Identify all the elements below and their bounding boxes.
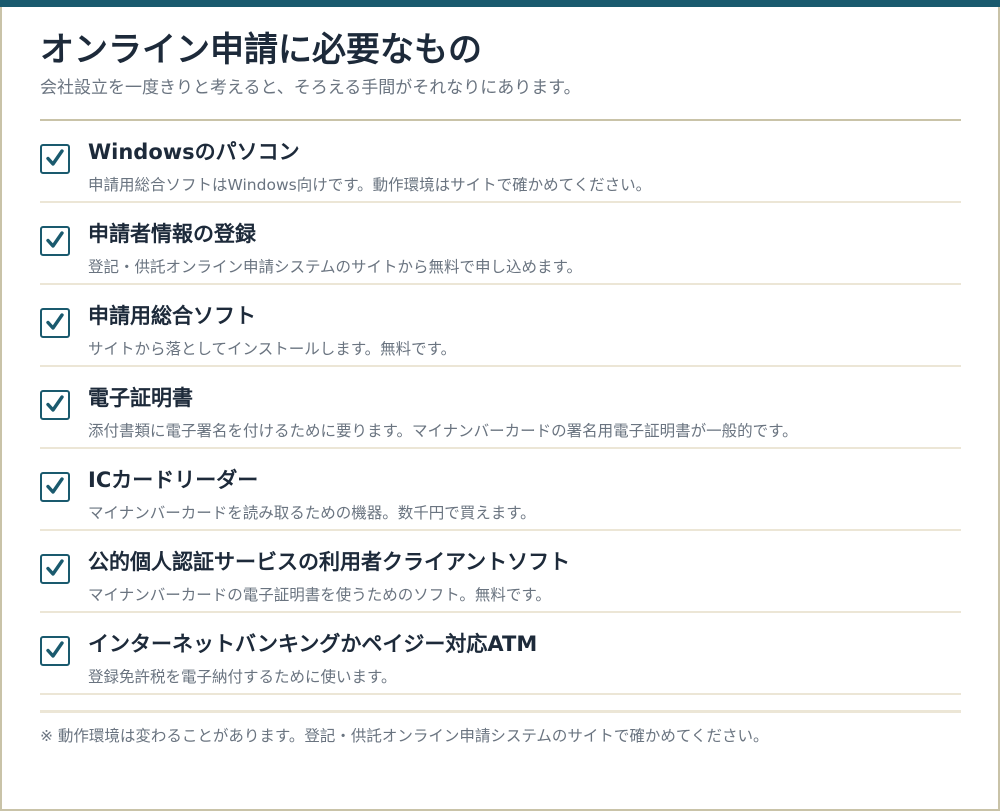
item-title: Windowsのパソコン bbox=[88, 140, 300, 164]
list-item: Windowsのパソコン 申請用総合ソフトはWindows向けです。動作環境はサ… bbox=[40, 121, 961, 203]
list-item: 申請者情報の登録 登記・供託オンライン申請システムのサイトから無料で申し込めます… bbox=[40, 203, 961, 285]
list-item: 公的個人認証サービスの利用者クライアントソフト マイナンバーカードの電子証明書を… bbox=[40, 531, 961, 613]
item-description: 添付書類に電子署名を付けるために要ります。マイナンバーカードの署名用電子証明書が… bbox=[88, 422, 798, 440]
checklist-card: オンライン申請に必要なもの 会社設立を一度きりと考えると、そろえる手間がそれなり… bbox=[40, 28, 961, 747]
item-description: 申請用総合ソフトはWindows向けです。動作環境はサイトで確かめてください。 bbox=[88, 176, 652, 194]
list-item: インターネットバンキングかペイジー対応ATM 登録免許税を電子納付するために使い… bbox=[40, 613, 961, 695]
list-item: 電子証明書 添付書類に電子署名を付けるために要ります。マイナンバーカードの署名用… bbox=[40, 367, 961, 449]
checkbox-checked[interactable] bbox=[40, 144, 70, 174]
list-item: ICカードリーダー マイナンバーカードを読み取るための機器。数千円で買えます。 bbox=[40, 449, 961, 531]
item-title: ICカードリーダー bbox=[88, 468, 259, 492]
item-title: 申請者情報の登録 bbox=[88, 222, 256, 246]
item-description: 登記・供託オンライン申請システムのサイトから無料で申し込めます。 bbox=[88, 258, 582, 276]
item-description: 登録免許税を電子納付するために使います。 bbox=[88, 668, 397, 686]
checkbox-checked[interactable] bbox=[40, 308, 70, 338]
item-title: 申請用総合ソフト bbox=[88, 304, 256, 328]
checkmark-icon bbox=[46, 641, 64, 658]
item-description: サイトから落としてインストールします。無料です。 bbox=[88, 340, 457, 358]
top-accent-bar bbox=[0, 0, 1000, 7]
footnote: ※ 動作環境は変わることがあります。登記・供託オンライン申請システムのサイトで確… bbox=[40, 727, 769, 745]
item-title: 公的個人認証サービスの利用者クライアントソフト bbox=[88, 550, 571, 574]
page-title: オンライン申請に必要なもの bbox=[40, 30, 482, 70]
page-subtitle: 会社設立を一度きりと考えると、そろえる手間がそれなりにあります。 bbox=[40, 78, 581, 98]
item-title: インターネットバンキングかペイジー対応ATM bbox=[88, 632, 538, 656]
checkmark-icon bbox=[46, 149, 64, 166]
checkbox-checked[interactable] bbox=[40, 554, 70, 584]
requirements-list: Windowsのパソコン 申請用総合ソフトはWindows向けです。動作環境はサ… bbox=[40, 121, 961, 695]
item-description: マイナンバーカードの電子証明書を使うためのソフト。無料です。 bbox=[88, 586, 551, 604]
checkmark-icon bbox=[46, 231, 64, 248]
footer-divider bbox=[40, 710, 961, 713]
checkbox-checked[interactable] bbox=[40, 226, 70, 256]
checkbox-checked[interactable] bbox=[40, 636, 70, 666]
checkbox-checked[interactable] bbox=[40, 390, 70, 420]
checkmark-icon bbox=[46, 313, 64, 330]
checkmark-icon bbox=[46, 395, 64, 412]
checkmark-icon bbox=[46, 559, 64, 576]
list-item: 申請用総合ソフト サイトから落としてインストールします。無料です。 bbox=[40, 285, 961, 367]
checkmark-icon bbox=[46, 477, 64, 494]
checkbox-checked[interactable] bbox=[40, 472, 70, 502]
item-description: マイナンバーカードを読み取るための機器。数千円で買えます。 bbox=[88, 504, 536, 522]
item-title: 電子証明書 bbox=[88, 386, 193, 410]
